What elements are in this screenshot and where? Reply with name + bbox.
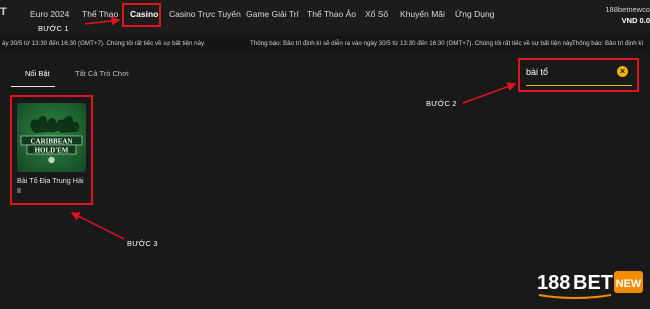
account-name: 188betnewco — [605, 5, 650, 14]
highlight-step-2 — [518, 58, 639, 92]
arrow-step-2 — [462, 82, 517, 104]
nav-xo-so[interactable]: Xổ Số — [365, 9, 388, 19]
tab-noi-bat[interactable]: Nổi Bật — [25, 69, 50, 78]
step-3-label: BƯỚC 3 — [127, 239, 158, 248]
highlight-step-1 — [122, 3, 161, 27]
brand-logo: 188 BET NEW — [537, 271, 643, 299]
step-2-label: BƯỚC 2 — [426, 99, 457, 108]
nav-game-giai-tri[interactable]: Game Giải Trí — [246, 9, 299, 19]
brand-logo-bet: BET — [573, 272, 613, 294]
top-navigation-bar: T Euro 2024 Thể Thao Casino Casino Trực … — [0, 0, 650, 32]
account-balance: VND 0.0 — [621, 16, 650, 25]
nav-khuyen-mai[interactable]: Khuyến Mãi — [400, 9, 445, 19]
active-tab-underline — [11, 86, 55, 87]
tab-tat-ca-tro-choi[interactable]: Tất Cả Trò Chơi — [75, 69, 129, 78]
arrow-step-3 — [70, 212, 125, 240]
brand-logo-new: NEW — [616, 278, 642, 290]
ticker-text-1: ày 30/5 từ 13:30 đến 16:30 (GMT+7). Chún… — [2, 40, 206, 47]
announcement-ticker: ày 30/5 từ 13:30 đến 16:30 (GMT+7). Chún… — [0, 36, 650, 54]
brand-logo-188: 188 — [537, 272, 570, 294]
ticker-text-3: Thông báo: Bảo trì định kì — [572, 40, 644, 47]
nav-the-thao-ao[interactable]: Thể Thao Ảo — [307, 9, 356, 19]
account-info[interactable]: 188betnewco VND 0.0 — [605, 4, 650, 26]
step-1-label: BƯỚC 1 — [38, 24, 69, 33]
highlight-step-3 — [10, 95, 93, 205]
nav-casino-truc-tuyen[interactable]: Casino Trực Tuyến — [169, 9, 241, 19]
nav-the-thao[interactable]: Thể Thao — [82, 9, 118, 19]
site-logo-fragment[interactable]: T — [0, 6, 7, 18]
nav-ung-dung[interactable]: Ứng Dụng — [455, 9, 494, 19]
nav-euro-2024[interactable]: Euro 2024 — [30, 9, 69, 19]
ticker-text-2: Thông báo: Bảo trì định kì sẽ diễn ra và… — [250, 40, 574, 47]
